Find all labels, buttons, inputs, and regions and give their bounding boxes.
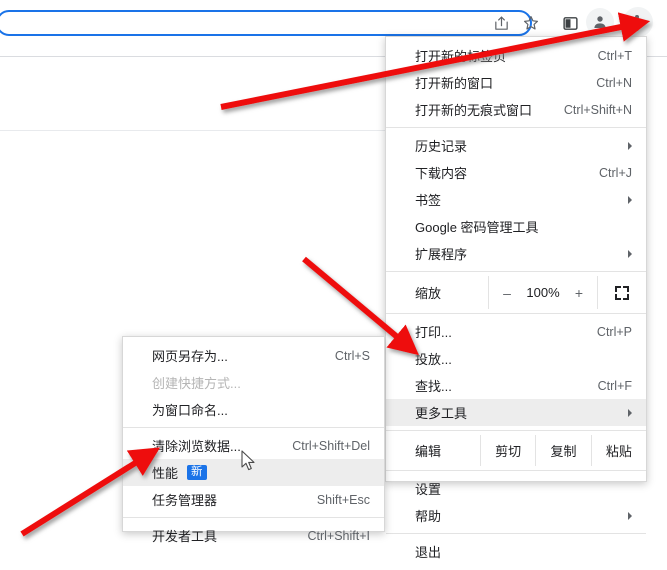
- menu-dot: [635, 15, 639, 20]
- menu-item-shortcut: Ctrl+Shift+N: [563, 102, 632, 117]
- menu-item-label: 打印...: [415, 325, 452, 340]
- bookmark-star-icon[interactable]: [519, 11, 543, 35]
- menu-item-label: 设置: [415, 482, 442, 497]
- menu-item-label: 为窗口命名...: [152, 403, 228, 418]
- menu-separator: [386, 127, 646, 128]
- menu-item-label: 开发者工具: [152, 529, 218, 544]
- menu-item-label: 退出: [415, 545, 442, 560]
- more-tools-submenu: 网页另存为... Ctrl+S 创建快捷方式... 为窗口命名... 清除浏览数…: [122, 336, 385, 544]
- edit-label: 编辑: [415, 444, 442, 459]
- menu-item-label: 扩展程序: [415, 247, 468, 262]
- menu-separator: [386, 313, 646, 314]
- menu-item-label: 下载内容: [415, 166, 468, 181]
- new-badge: 新: [187, 465, 207, 480]
- submenu-arrow-icon: [628, 195, 632, 204]
- menu-dot: [635, 26, 639, 31]
- zoom-level-value: 100%: [526, 285, 560, 300]
- menu-item-help[interactable]: 帮助: [386, 502, 646, 529]
- submenu-arrow-icon: [628, 511, 632, 520]
- menu-item-shortcut: Ctrl+N: [596, 75, 632, 90]
- edit-row: 编辑 剪切 复制 粘贴: [386, 435, 646, 466]
- menu-item-new-tab[interactable]: 打开新的标签页 Ctrl+T: [386, 42, 646, 69]
- menu-separator: [386, 533, 646, 534]
- submenu-arrow-icon: [628, 141, 632, 150]
- menu-item-shortcut: Ctrl+S: [334, 348, 370, 363]
- menu-item-label: 查找...: [415, 379, 452, 394]
- copy-button[interactable]: 复制: [535, 435, 590, 466]
- menu-item-label: 任务管理器: [152, 493, 218, 508]
- menu-item-label: 打开新的无痕式窗口: [415, 103, 533, 118]
- paste-button[interactable]: 粘贴: [590, 435, 646, 466]
- submenu-item-developer-tools[interactable]: 开发者工具 Ctrl+Shift+I: [123, 522, 384, 549]
- menu-item-label: 打开新的窗口: [415, 76, 494, 91]
- zoom-row: 缩放 – 100% +: [386, 276, 646, 309]
- menu-item-extensions[interactable]: 扩展程序: [386, 240, 646, 267]
- fullscreen-icon: [615, 285, 629, 300]
- address-bar[interactable]: [0, 10, 532, 36]
- fullscreen-button[interactable]: [598, 276, 646, 309]
- submenu-arrow-icon: [628, 408, 632, 417]
- submenu-item-save-page-as[interactable]: 网页另存为... Ctrl+S: [123, 342, 384, 369]
- menu-item-settings[interactable]: 设置: [386, 475, 646, 502]
- browser-screenshot: 打开新的标签页 Ctrl+T 打开新的窗口 Ctrl+N 打开新的无痕式窗口 C…: [0, 0, 667, 570]
- menu-item-label: 投放...: [415, 352, 452, 367]
- menu-item-downloads[interactable]: 下载内容 Ctrl+J: [386, 159, 646, 186]
- mouse-cursor: [241, 450, 255, 471]
- menu-separator: [386, 430, 646, 431]
- profile-avatar-icon[interactable]: [588, 10, 612, 34]
- side-panel-icon[interactable]: [558, 11, 582, 35]
- zoom-label: 缩放: [415, 286, 442, 301]
- page-content-divider: [0, 130, 385, 131]
- submenu-item-create-shortcut: 创建快捷方式...: [123, 369, 384, 396]
- menu-item-label: 网页另存为...: [152, 349, 228, 364]
- zoom-controls: – 100% +: [488, 276, 598, 309]
- menu-item-more-tools[interactable]: 更多工具: [386, 399, 646, 426]
- menu-item-shortcut: Ctrl+J: [599, 165, 632, 180]
- menu-item-shortcut: Ctrl+T: [597, 48, 632, 63]
- submenu-item-task-manager[interactable]: 任务管理器 Shift+Esc: [123, 486, 384, 513]
- cut-button[interactable]: 剪切: [480, 435, 535, 466]
- menu-item-exit[interactable]: 退出: [386, 538, 646, 565]
- submenu-item-name-window[interactable]: 为窗口命名...: [123, 396, 384, 423]
- menu-item-label: 打开新的标签页: [415, 49, 507, 64]
- menu-separator: [123, 517, 384, 518]
- menu-separator: [386, 271, 646, 272]
- menu-item-label: 书签: [415, 193, 442, 208]
- menu-item-print[interactable]: 打印... Ctrl+P: [386, 318, 646, 345]
- menu-item-label: 清除浏览数据...: [152, 439, 241, 454]
- menu-separator: [123, 427, 384, 428]
- menu-item-google-password-manager[interactable]: Google 密码管理工具: [386, 213, 646, 240]
- menu-separator: [386, 470, 646, 471]
- menu-item-cast[interactable]: 投放...: [386, 345, 646, 372]
- menu-item-new-window[interactable]: 打开新的窗口 Ctrl+N: [386, 69, 646, 96]
- menu-item-label: 创建快捷方式...: [152, 376, 241, 391]
- menu-dot: [635, 21, 639, 25]
- menu-item-label: 性能: [152, 466, 179, 481]
- chrome-main-menu: 打开新的标签页 Ctrl+T 打开新的窗口 Ctrl+N 打开新的无痕式窗口 C…: [385, 36, 647, 560]
- menu-item-label: 历史记录: [415, 139, 468, 154]
- share-icon[interactable]: [489, 11, 513, 35]
- menu-item-history[interactable]: 历史记录: [386, 132, 646, 159]
- zoom-in-button[interactable]: +: [573, 285, 585, 301]
- submenu-arrow-icon: [628, 249, 632, 258]
- menu-item-shortcut: Ctrl+P: [596, 324, 632, 339]
- menu-item-find[interactable]: 查找... Ctrl+F: [386, 372, 646, 399]
- menu-item-new-incognito-window[interactable]: 打开新的无痕式窗口 Ctrl+Shift+N: [386, 96, 646, 123]
- menu-item-shortcut: Ctrl+F: [597, 378, 632, 393]
- menu-item-label: Google 密码管理工具: [415, 220, 539, 235]
- menu-item-bookmarks[interactable]: 书签: [386, 186, 646, 213]
- menu-item-shortcut: Ctrl+Shift+Del: [292, 438, 370, 453]
- zoom-out-button[interactable]: –: [501, 285, 513, 301]
- three-dot-menu-icon[interactable]: [622, 8, 652, 38]
- menu-item-shortcut: Shift+Esc: [316, 492, 370, 507]
- menu-item-label: 帮助: [415, 509, 442, 524]
- menu-item-shortcut: Ctrl+Shift+I: [307, 528, 370, 543]
- menu-item-label: 更多工具: [415, 406, 468, 421]
